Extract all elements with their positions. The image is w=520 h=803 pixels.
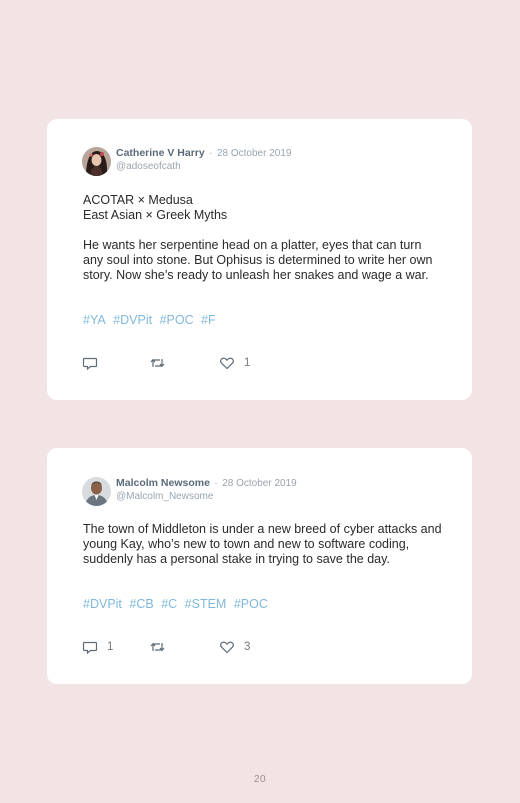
retweet-button[interactable] <box>149 639 175 655</box>
hashtag[interactable]: #CB <box>129 597 153 611</box>
hashtag-list: #YA #DVPit #POC #F <box>83 313 220 327</box>
author-name[interactable]: Catherine V Harry <box>116 147 205 159</box>
hashtag-list: #DVPit #CB #C #STEM #POC <box>83 597 272 611</box>
tweet-text: The town of Middleton is under a new bre… <box>83 522 443 567</box>
reply-button[interactable] <box>82 355 107 371</box>
retweet-arrows-icon <box>149 355 166 371</box>
avatar[interactable] <box>82 477 111 506</box>
hashtag[interactable]: #POC <box>160 313 194 327</box>
tweet-paragraph: The town of Middleton is under a new bre… <box>83 522 442 566</box>
tweet-actions: 1 <box>82 355 282 373</box>
tweet-text: ACOTAR × Medusa East Asian × Greek Myths… <box>83 193 443 283</box>
tweet-header: Malcolm Newsome · 28 October 2019 @Malco… <box>82 476 297 506</box>
like-button[interactable]: 3 <box>219 639 250 655</box>
author-handle[interactable]: @adoseofcath <box>116 161 291 173</box>
meta-separator: · <box>214 478 218 489</box>
author-name[interactable]: Malcolm Newsome <box>116 477 210 489</box>
tweet-actions: 1 3 <box>82 639 282 657</box>
reply-button[interactable]: 1 <box>82 639 113 655</box>
tweet-paragraph: ACOTAR × Medusa East Asian × Greek Myths <box>83 193 228 222</box>
author-handle[interactable]: @Malcolm_Newsome <box>116 491 297 503</box>
tweet-card: Malcolm Newsome · 28 October 2019 @Malco… <box>47 448 472 684</box>
hashtag[interactable]: #C <box>161 597 177 611</box>
heart-icon <box>219 355 235 371</box>
avatar[interactable] <box>82 147 111 176</box>
retweet-button[interactable] <box>149 355 175 371</box>
like-button[interactable]: 1 <box>219 355 250 371</box>
tweet-date[interactable]: 28 October 2019 <box>217 148 292 159</box>
meta-separator: · <box>209 148 213 159</box>
tweet-card: Catherine V Harry · 28 October 2019 @ado… <box>47 119 472 400</box>
reply-count: 1 <box>107 641 114 653</box>
tweet-header: Catherine V Harry · 28 October 2019 @ado… <box>82 146 291 176</box>
hashtag[interactable]: #F <box>201 313 216 327</box>
hashtag[interactable]: #YA <box>83 313 106 327</box>
tweet-date[interactable]: 28 October 2019 <box>222 478 297 489</box>
retweet-arrows-icon <box>149 639 166 655</box>
comment-bubble-icon <box>82 639 98 655</box>
heart-icon <box>219 639 235 655</box>
like-count: 1 <box>244 357 251 369</box>
hashtag[interactable]: #DVPit <box>83 597 122 611</box>
like-count: 3 <box>244 641 251 653</box>
comment-bubble-icon <box>82 355 98 371</box>
hashtag[interactable]: #POC <box>234 597 268 611</box>
hashtag[interactable]: #DVPit <box>113 313 152 327</box>
tweet-paragraph: He wants her serpentine head on a platte… <box>83 238 433 282</box>
hashtag[interactable]: #STEM <box>185 597 227 611</box>
page-number: 20 <box>253 774 267 785</box>
